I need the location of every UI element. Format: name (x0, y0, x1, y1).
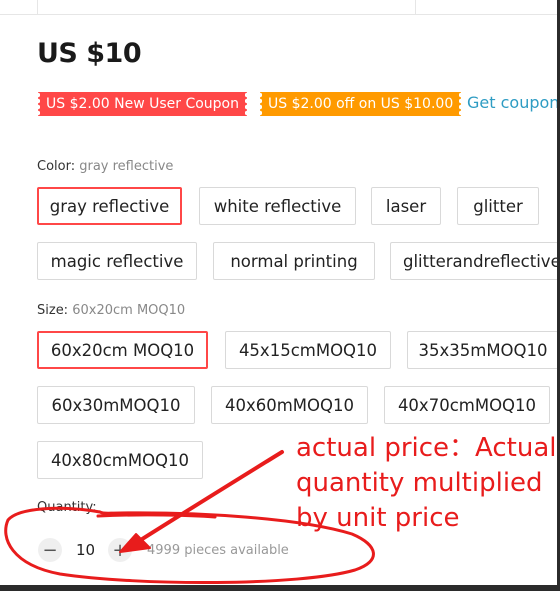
product-price: US $10 (37, 38, 142, 69)
size-option-40x80[interactable]: 40x80cmMOQ10 (37, 441, 203, 479)
size-option-60x30[interactable]: 60x30mMOQ10 (37, 386, 195, 424)
color-option-gray-reflective[interactable]: gray reflective (37, 187, 182, 225)
size-label: Size: (37, 303, 69, 318)
size-option-40x70[interactable]: 40x70cmMOQ10 (384, 386, 550, 424)
get-coupon-link[interactable]: Get coupon (467, 93, 559, 112)
size-label-row: Size: 60x20cm MOQ10 (37, 303, 185, 318)
quantity-underline (96, 513, 217, 519)
quantity-label: Quantity: (37, 500, 97, 515)
quantity-increment-button[interactable]: + (108, 538, 132, 562)
size-option-60x20[interactable]: 60x20cm MOQ10 (37, 331, 208, 369)
color-selected-value: gray reflective (79, 159, 174, 174)
color-option-glitterandreflective[interactable]: glitterandreflective (390, 242, 558, 280)
color-label: Color: (37, 159, 76, 174)
quantity-decrement-button[interactable]: − (38, 538, 62, 562)
color-option-glitter[interactable]: glitter (457, 187, 539, 225)
color-option-laser[interactable]: laser (371, 187, 441, 225)
pieces-available-text: 4999 pieces available (147, 543, 289, 558)
new-user-coupon-badge[interactable]: US $2.00 New User Coupon (36, 92, 249, 116)
color-option-white-reflective[interactable]: white reflective (199, 187, 356, 225)
discount-coupon-badge[interactable]: US $2.00 off on US $10.00 (257, 92, 464, 116)
quantity-value[interactable]: 10 (76, 541, 95, 559)
size-option-35x35[interactable]: 35x35mMOQ10 (407, 331, 558, 369)
size-option-40x60[interactable]: 40x60mMOQ10 (211, 386, 368, 424)
window-edge-bottom (0, 585, 560, 591)
color-option-magic-reflective[interactable]: magic reflective (37, 242, 197, 280)
color-label-row: Color: gray reflective (37, 159, 173, 174)
size-selected-value: 60x20cm MOQ10 (72, 303, 186, 318)
color-option-normal-printing[interactable]: normal printing (213, 242, 375, 280)
top-divider (0, 0, 560, 15)
size-option-45x15[interactable]: 45x15cmMOQ10 (225, 331, 391, 369)
annotation-text: actual price：Actual quantity multiplied … (296, 433, 557, 533)
